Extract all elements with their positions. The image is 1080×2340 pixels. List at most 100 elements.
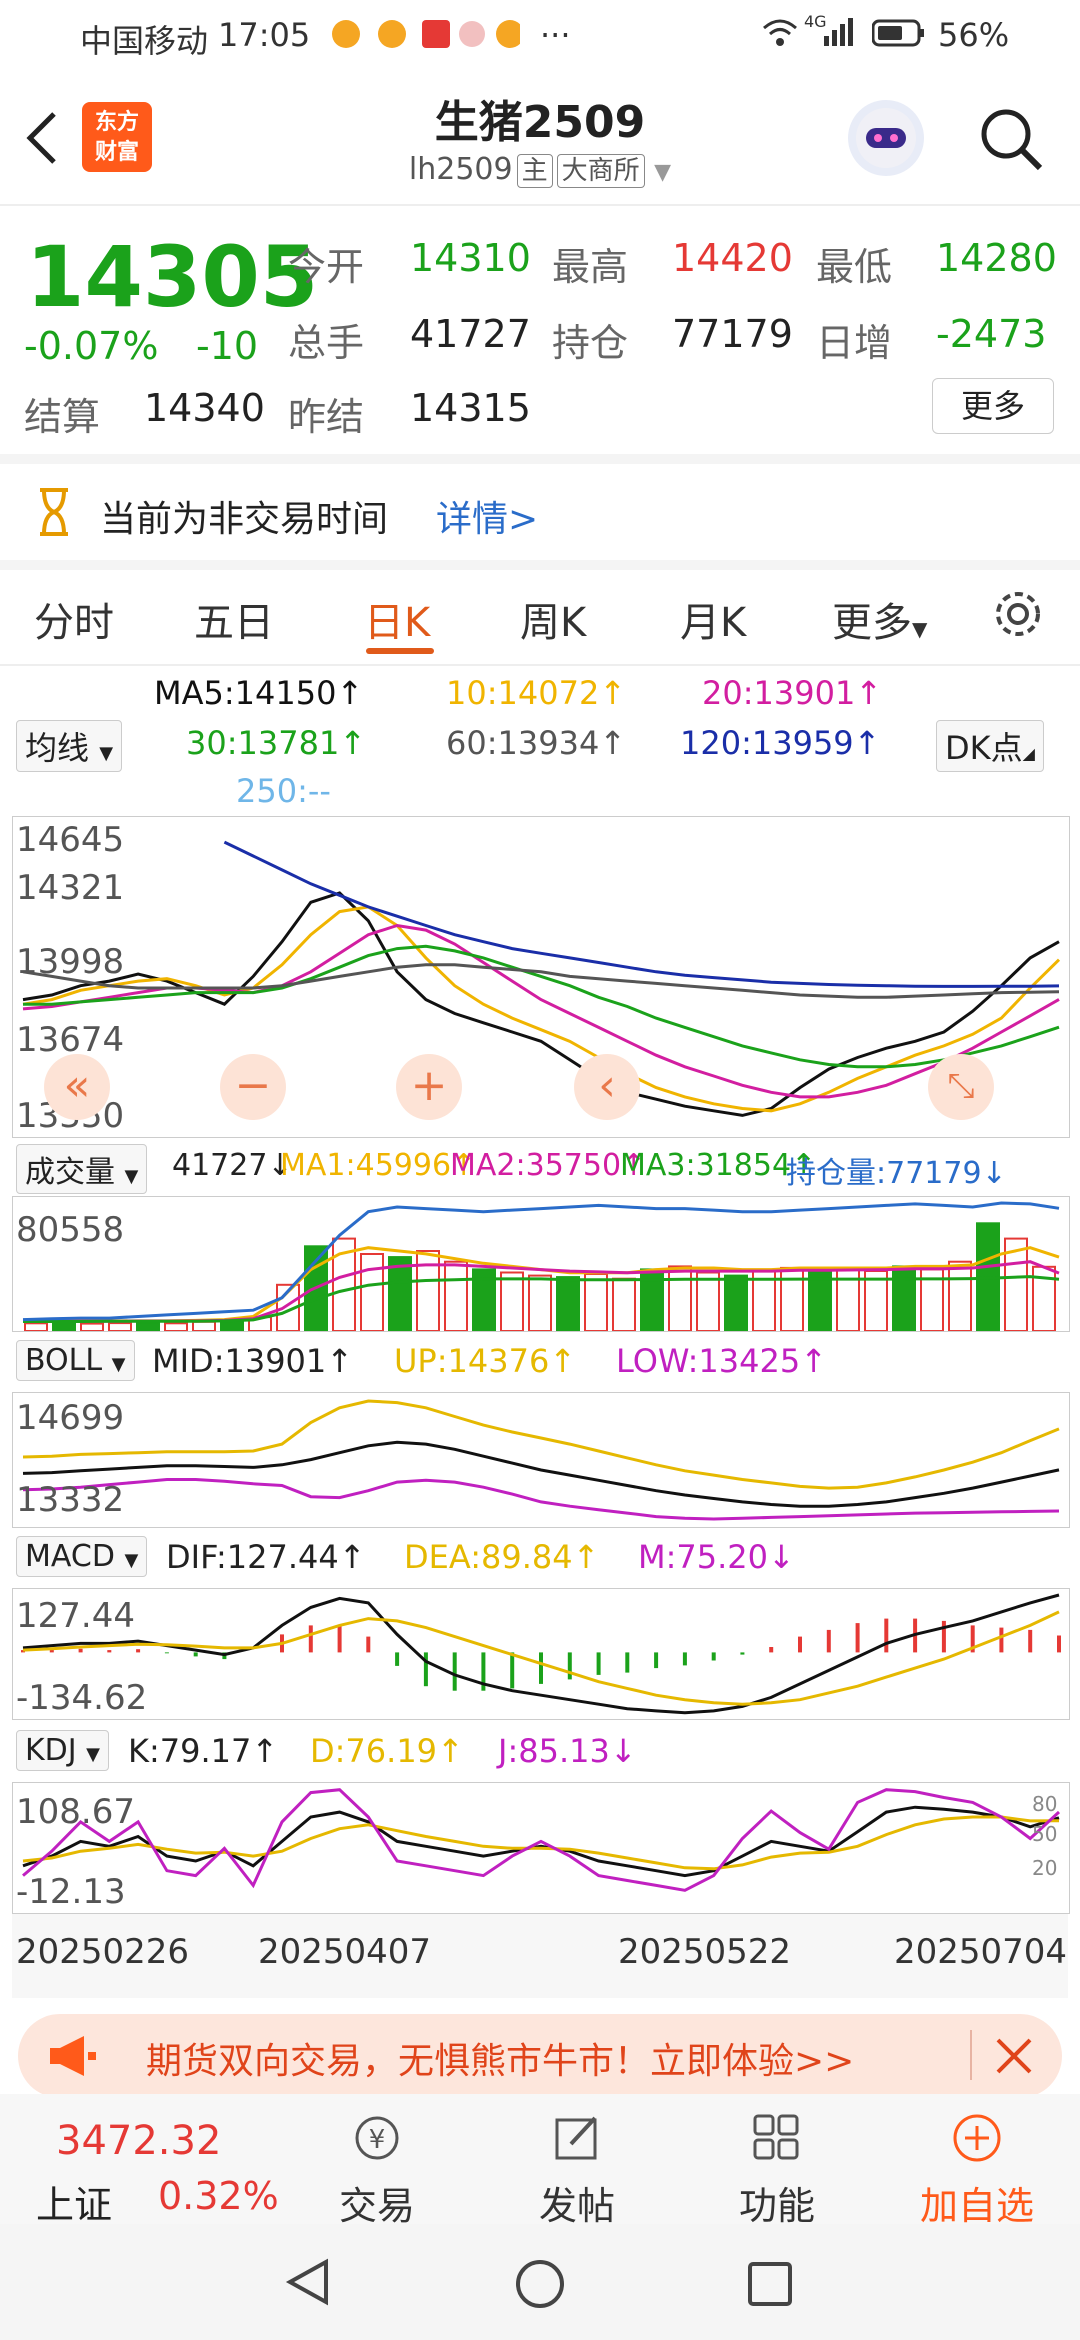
kline-y-2: 14321 [16, 868, 125, 908]
system-home-button[interactable] [512, 2256, 568, 2316]
index-name[interactable]: 上证 [36, 2174, 112, 2229]
nav-post[interactable]: 发帖 [512, 2110, 642, 2230]
kline-chart [22, 840, 1061, 1117]
vol-ma2: MA2:35750↑ [450, 1148, 647, 1183]
series-line-20 [22, 923, 1060, 1099]
volume-selector-label: 成交量 [25, 1155, 115, 1190]
index-change: 0.32% [158, 2174, 279, 2218]
dk-point-button[interactable]: DK点◢ [936, 720, 1044, 772]
tab-weekly-k[interactable]: 周K [520, 590, 586, 648]
zoom-in-button[interactable]: + [396, 1054, 462, 1120]
banner-divider [970, 2030, 972, 2080]
macd-panel[interactable] [12, 1588, 1070, 1720]
system-recents-button[interactable] [744, 2258, 796, 2314]
macd-selector[interactable]: MACD ▼ [16, 1536, 148, 1577]
tab-intraday[interactable]: 分时 [34, 590, 114, 648]
boll-y-top: 14699 [16, 1398, 125, 1438]
nav-function-label: 功能 [738, 2184, 815, 2228]
ma-selector[interactable]: 均线 ▼ [16, 720, 123, 772]
caret-down-icon: ▼ [86, 1744, 101, 1765]
kdj-chart [22, 1788, 1061, 1892]
ma-selector-label: 均线 [25, 729, 90, 767]
plus-circle-icon [953, 2114, 1001, 2162]
close-icon [996, 2038, 1032, 2074]
index-value[interactable]: 3472.32 [56, 2118, 221, 2164]
system-nav-bar [0, 2224, 1080, 2340]
prev-settle-label: 昨结 [288, 395, 365, 439]
tab-five-day[interactable]: 五日 [194, 590, 274, 648]
volume-bar [136, 1321, 160, 1333]
date-tick-3: 20250522 [618, 1932, 792, 1972]
contract-code: lh2509 [408, 152, 513, 187]
scroll-left-fast-button[interactable]: « [44, 1054, 110, 1120]
settings-button[interactable] [992, 588, 1044, 644]
system-back-button[interactable] [282, 2256, 334, 2312]
volume-bar [500, 1271, 524, 1332]
volume-panel[interactable] [12, 1196, 1070, 1333]
kdj-d: D:76.19↑ [310, 1732, 464, 1770]
volume-bar [696, 1271, 720, 1332]
header-divider [0, 204, 1080, 206]
volume-bar [528, 1274, 552, 1332]
boll-panel[interactable] [12, 1392, 1070, 1528]
promo-banner[interactable]: 期货双向交易，无惧熊市牛市！立即体验>> [18, 2014, 1062, 2098]
tab-more[interactable]: 更多▼ [832, 590, 927, 648]
settle-value: 14340 [144, 386, 265, 430]
nav-trade[interactable]: ¥ 交易 [312, 2110, 442, 2230]
banner-close-button[interactable] [990, 2032, 1038, 2084]
series-line-30 [23, 944, 1060, 1069]
grid-icon [753, 2114, 799, 2160]
boll-up: UP:14376↑ [394, 1342, 577, 1380]
macd-dif: DIF:127.44↑ [166, 1538, 366, 1576]
more-quote-button[interactable]: 更多 [932, 378, 1054, 434]
kline-panel[interactable] [12, 816, 1070, 1138]
prev-settle-value: 14315 [410, 386, 531, 430]
oi-change-label: 日增 [816, 321, 893, 365]
change-value: -10 [196, 324, 259, 368]
nav-add-favorite-label: 加自选 [919, 2184, 1034, 2228]
kdj-selector[interactable]: KDJ ▼ [16, 1730, 110, 1771]
kdj-panel[interactable] [12, 1782, 1070, 1914]
yuan-exchange-icon: ¥ [355, 2116, 399, 2160]
open-interest-value: 77179 [672, 312, 793, 356]
kdj-k: K:79.17↑ [128, 1732, 279, 1770]
dk-point-label: DK点 [945, 729, 1023, 767]
tab-daily-k[interactable]: 日K [364, 590, 430, 648]
volume-selector[interactable]: 成交量 ▼ [16, 1144, 148, 1194]
high-label: 最高 [552, 245, 629, 289]
volume-bar [808, 1271, 832, 1332]
boll-selector[interactable]: BOLL ▼ [16, 1340, 135, 1381]
robot-assistant-avatar[interactable] [848, 100, 924, 176]
app-notification-icons [332, 20, 524, 48]
ma10-value: 10:14072↑ [446, 674, 627, 712]
kdj-selector-label: KDJ [25, 1733, 77, 1768]
ma30-value: 30:13781↑ [186, 724, 367, 762]
zoom-out-button[interactable]: − [220, 1054, 286, 1120]
nav-add-favorite[interactable]: 加自选 [912, 2110, 1042, 2230]
volume-y-top: 80558 [16, 1210, 125, 1250]
signal-icon [820, 14, 860, 56]
kline-y-3: 13998 [16, 942, 125, 982]
nav-function[interactable]: 功能 [712, 2110, 842, 2230]
volume-bar [416, 1250, 440, 1332]
scroll-left-button[interactable]: ‹ [574, 1054, 640, 1120]
macd-selector-label: MACD [25, 1539, 115, 1574]
robot-icon [856, 108, 916, 168]
ma250-value: 250:-- [236, 772, 331, 810]
series-line-10 [22, 905, 1061, 1113]
fullscreen-button[interactable]: ⤡ [928, 1054, 994, 1120]
oi-change-value: -2473 [936, 312, 1047, 356]
volume-chart [22, 1201, 1060, 1333]
series-line-MA5 [22, 891, 1060, 1117]
notice-divider [0, 560, 1080, 570]
ma20-value: 20:13901↑ [702, 674, 883, 712]
hourglass-icon [34, 486, 74, 542]
tab-monthly-k[interactable]: 月K [680, 590, 746, 648]
nav-trade-label: 交易 [338, 2184, 415, 2228]
volume-bar [108, 1322, 132, 1332]
boll-low: LOW:13425↑ [616, 1342, 828, 1380]
macd-chart [21, 1593, 1061, 1715]
caret-down-icon: ▼ [912, 617, 928, 641]
search-button[interactable] [976, 104, 1046, 178]
notice-detail-link[interactable]: 详情> [436, 490, 538, 542]
